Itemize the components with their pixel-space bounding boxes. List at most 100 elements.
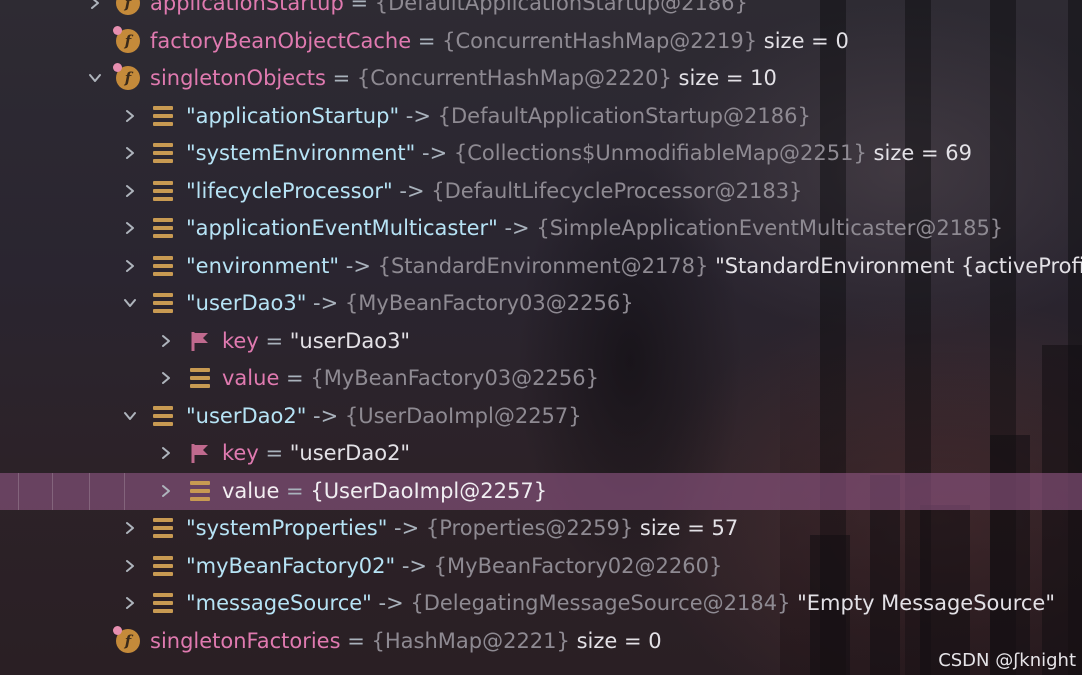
tree-row-text: "systemProperties" -> {Properties@2259} … <box>186 510 738 547</box>
chevron-right-icon[interactable] <box>123 146 137 160</box>
indent-guide <box>89 472 90 510</box>
operator: = <box>279 478 311 503</box>
variable-name: singletonFactories <box>150 628 341 653</box>
list-icon <box>150 553 176 579</box>
operator: = <box>411 28 443 53</box>
list-icon <box>150 403 176 429</box>
variable-ref: {HashMap@2221} <box>371 628 570 653</box>
field-icon: f <box>113 25 141 54</box>
chevron-down-icon[interactable] <box>88 71 102 85</box>
operator: = <box>325 66 357 90</box>
tree-row[interactable]: "myBeanFactory02" -> {MyBeanFactory02@22… <box>0 548 1082 585</box>
list-icon <box>150 253 176 279</box>
variable-ref: {DefaultApplicationStartup@2186} <box>437 103 811 128</box>
chevron-right-icon[interactable] <box>123 559 137 573</box>
variable-ref: {UserDaoImpl@2257} <box>310 478 548 503</box>
indent-guide <box>124 472 125 510</box>
tree-row[interactable]: value = {MyBeanFactory03@2256} <box>0 360 1082 397</box>
variable-ref: {SimpleApplicationEventMulticaster@2185} <box>536 216 1004 240</box>
indent-guide <box>18 472 19 510</box>
variable-value: size = 10 <box>671 66 777 90</box>
tree-row[interactable]: "applicationEventMulticaster" -> {Simple… <box>0 210 1082 247</box>
variable-name: key <box>222 328 259 353</box>
operator: -> <box>497 216 537 240</box>
tree-row[interactable]: f singletonFactories = {HashMap@2221} siz… <box>0 623 1082 660</box>
tree-row[interactable]: "systemProperties" -> {Properties@2259} … <box>0 510 1082 547</box>
tree-row[interactable]: "environment" -> {StandardEnvironment@21… <box>0 248 1082 285</box>
variable-ref: {MyBeanFactory03@2256} <box>344 291 634 315</box>
variable-ref: {UserDaoImpl@2257} <box>344 403 582 428</box>
tree-row[interactable]: value = {UserDaoImpl@2257} <box>0 472 1082 510</box>
variable-value: size = 0 <box>569 628 662 653</box>
chevron-right-icon[interactable] <box>123 109 137 123</box>
variable-value: size = 57 <box>633 516 739 540</box>
chevron-down-icon[interactable] <box>123 296 137 310</box>
tree-row[interactable]: key = "userDao3" <box>0 323 1082 360</box>
chevron-right-icon[interactable] <box>123 221 137 235</box>
variable-ref: {Properties@2259} <box>425 516 634 540</box>
variable-name: "myBeanFactory02" <box>186 553 396 578</box>
tree-row-text: "messageSource" -> {DelegatingMessageSou… <box>186 585 1055 622</box>
variable-ref: {ConcurrentHashMap@2219} <box>442 28 758 53</box>
tree-row[interactable]: "userDao3" -> {MyBeanFactory03@2256} <box>0 285 1082 322</box>
tree-row[interactable]: "userDao2" -> {UserDaoImpl@2257} <box>0 398 1082 435</box>
field-icon: f <box>113 63 141 91</box>
operator: -> <box>339 253 378 278</box>
chevron-right-icon[interactable] <box>123 521 137 535</box>
variable-ref: {MyBeanFactory03@2256} <box>310 366 599 390</box>
field-icon: f <box>115 0 141 16</box>
chevron-right-icon[interactable] <box>159 371 173 385</box>
variable-ref: {Collections$UnmodifiableMap@2251} <box>453 141 867 165</box>
tree-row[interactable]: key = "userDao2" <box>0 435 1082 472</box>
variable-value: "userDao2" <box>289 441 411 465</box>
chevron-right-icon[interactable] <box>159 446 173 460</box>
list-icon <box>150 215 176 241</box>
operator: = <box>258 441 290 465</box>
chevron-down-icon[interactable] <box>123 409 137 423</box>
variable-name: "messageSource" <box>186 591 372 615</box>
variable-name: factoryBeanObjectCache <box>150 28 412 53</box>
operator: = <box>340 628 372 653</box>
variable-value: size = 0 <box>757 28 849 53</box>
tree-row[interactable]: f applicationStartup = {DefaultApplicatio… <box>0 0 1082 22</box>
chevron-right-icon[interactable] <box>123 596 137 610</box>
variable-name: "applicationStartup" <box>186 103 400 128</box>
operator: -> <box>399 103 438 128</box>
tree-row-text: "myBeanFactory02" -> {MyBeanFactory02@22… <box>186 548 722 585</box>
flag-icon <box>187 440 213 466</box>
variable-name: "lifecycleProcessor" <box>186 178 393 203</box>
variable-name: "userDao2" <box>186 403 307 428</box>
tree-row[interactable]: "applicationStartup" -> {DefaultApplicat… <box>0 98 1082 135</box>
list-icon <box>187 365 213 391</box>
operator: -> <box>306 291 345 315</box>
tree-row-text: "userDao2" -> {UserDaoImpl@2257} <box>186 398 582 435</box>
variable-ref: {MyBeanFactory02@2260} <box>433 553 723 578</box>
tree-row[interactable]: "lifecycleProcessor" -> {DefaultLifecycl… <box>0 173 1082 210</box>
tree-row-text: "environment" -> {StandardEnvironment@21… <box>186 248 1082 285</box>
chevron-right-icon[interactable] <box>123 184 137 198</box>
variable-ref: {DefaultLifecycleProcessor@2183} <box>431 178 803 203</box>
operator: -> <box>387 516 426 540</box>
variable-value: size = 69 <box>866 141 972 165</box>
tree-row[interactable]: "messageSource" -> {DelegatingMessageSou… <box>0 585 1082 622</box>
chevron-right-icon[interactable] <box>159 484 173 498</box>
variable-name: singletonObjects <box>150 66 326 90</box>
operator: -> <box>371 591 411 615</box>
list-icon <box>150 178 176 204</box>
variable-name: "userDao3" <box>186 291 307 315</box>
tree-row[interactable]: f factoryBeanObjectCache = {ConcurrentHas… <box>0 23 1082 60</box>
tree-row-text: factoryBeanObjectCache = {ConcurrentHash… <box>150 23 849 60</box>
list-icon <box>150 290 176 316</box>
chevron-right-icon[interactable] <box>88 0 102 10</box>
list-icon <box>187 478 213 504</box>
tree-row[interactable]: f singletonObjects = {ConcurrentHashMap@2… <box>0 60 1082 97</box>
variable-value: "StandardEnvironment {activeProfile <box>708 253 1082 278</box>
tree-row[interactable]: "systemEnvironment" -> {Collections$Unmo… <box>0 135 1082 172</box>
chevron-right-icon[interactable] <box>123 259 137 273</box>
operator: -> <box>392 178 432 203</box>
chevron-right-icon[interactable] <box>159 334 173 348</box>
operator: -> <box>395 553 434 578</box>
variable-value: "userDao3" <box>289 328 411 353</box>
operator: = <box>279 366 311 390</box>
variable-ref: {StandardEnvironment@2178} <box>377 253 709 278</box>
